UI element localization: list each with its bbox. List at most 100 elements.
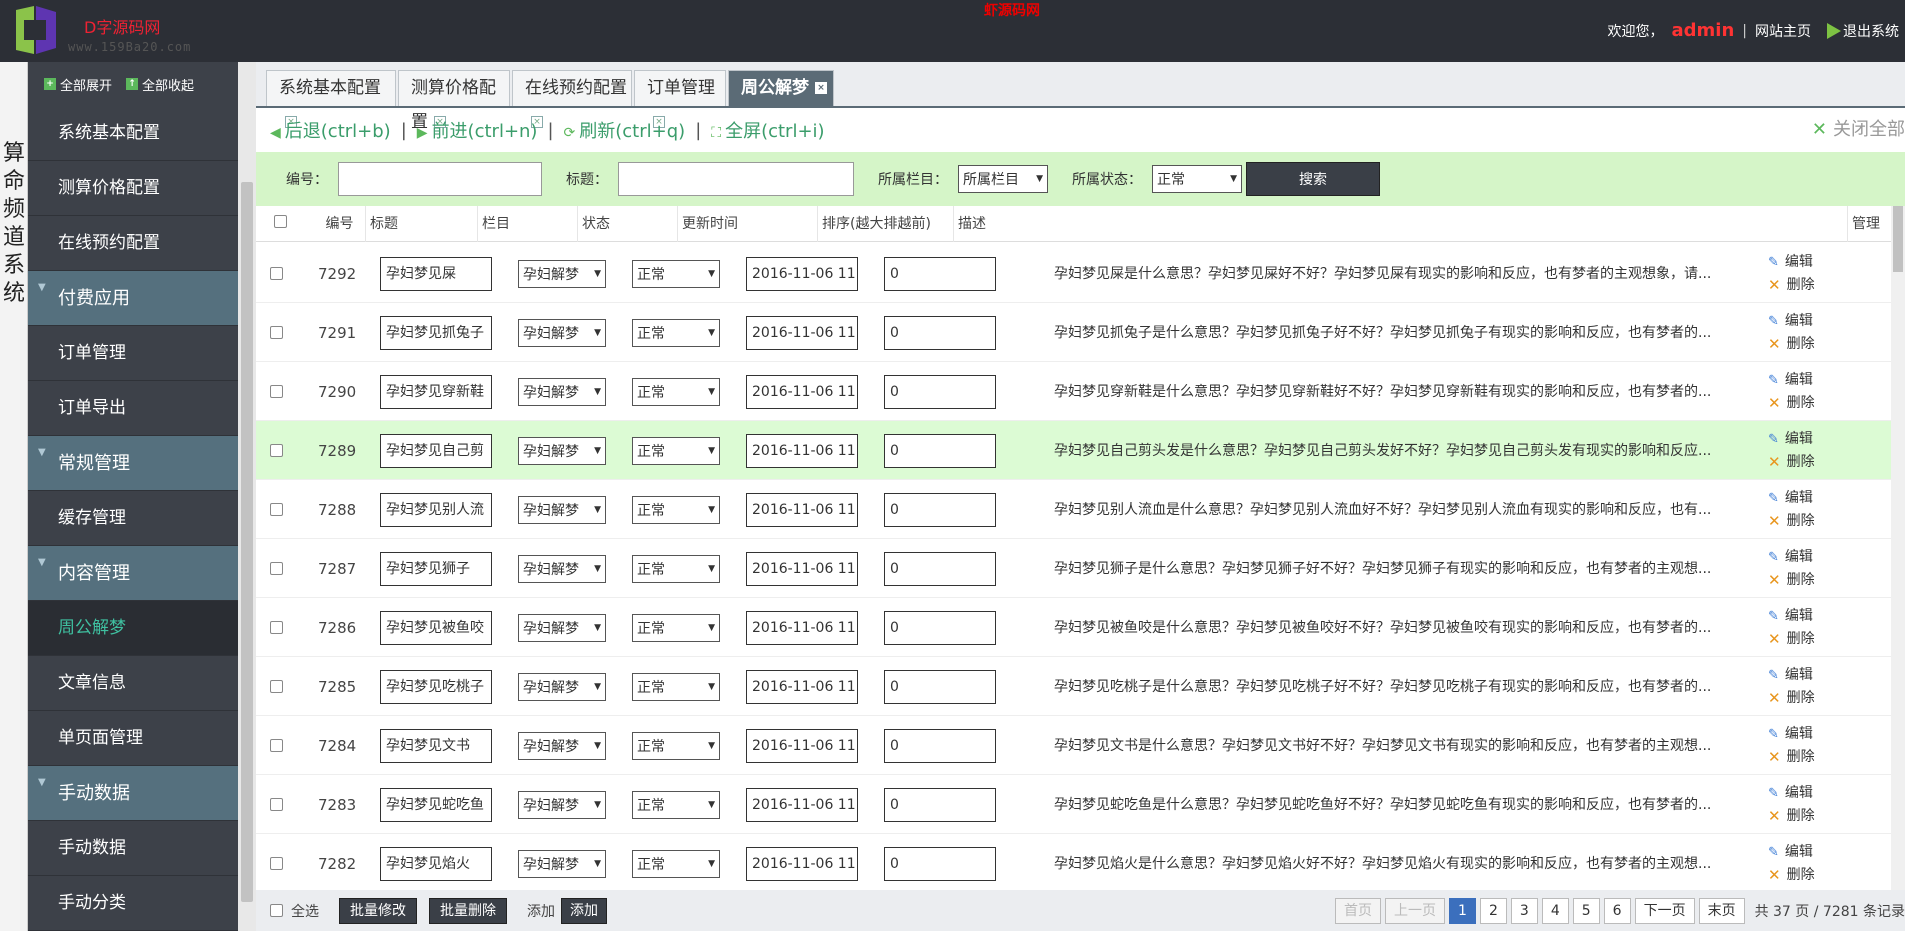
status-select[interactable]: 正常 ▼ xyxy=(1152,165,1242,193)
prev-page-button[interactable]: 上一页 xyxy=(1385,898,1446,924)
tab-item[interactable]: 在线预约配置× xyxy=(512,70,632,128)
sidebar-group[interactable]: ▼ 付费应用 xyxy=(28,271,238,326)
title-input[interactable]: 孕妇梦见自己剪 xyxy=(380,433,492,468)
status-select[interactable]: 正常 ▼ xyxy=(632,318,720,347)
update-time-input[interactable]: 2016-11-06 11: xyxy=(746,256,858,291)
sort-input[interactable]: 0 xyxy=(884,610,996,645)
edit-button[interactable]: ✎ 编辑 xyxy=(1768,251,1815,274)
tab-item[interactable]: 系统基本配置× xyxy=(266,70,396,128)
delete-button[interactable]: ✕ 删除 xyxy=(1768,392,1815,415)
column-select[interactable]: 孕妇解梦 ▼ xyxy=(518,613,606,642)
sidebar-item[interactable]: 单页面管理 xyxy=(28,711,238,766)
column-header[interactable]: 状态 xyxy=(578,206,678,242)
collapse-all-button[interactable]: ↑ 全部收起 xyxy=(126,75,194,94)
edit-button[interactable]: ✎ 编辑 xyxy=(1768,369,1815,392)
batch-delete-button[interactable]: 批量删除 xyxy=(429,897,507,924)
edit-button[interactable]: ✎ 编辑 xyxy=(1768,664,1815,687)
fullscreen-button[interactable]: ⛶ 全屏(ctrl+i) xyxy=(711,117,824,143)
sidebar-item[interactable]: 文章信息 xyxy=(28,656,238,711)
table-scroll-thumb[interactable] xyxy=(1893,206,1903,272)
batch-edit-button[interactable]: 批量修改 xyxy=(339,897,417,924)
sidebar-item[interactable]: 测算价格配置 xyxy=(28,161,238,216)
delete-button[interactable]: ✕ 删除 xyxy=(1768,864,1815,887)
column-header[interactable]: 栏目 xyxy=(478,206,578,242)
status-select[interactable]: 正常 ▼ xyxy=(632,377,720,406)
id-input[interactable] xyxy=(338,162,542,196)
delete-button[interactable]: ✕ 删除 xyxy=(1768,451,1815,474)
row-checkbox[interactable] xyxy=(270,680,283,693)
sidebar-group[interactable]: ▼ 手动数据 xyxy=(28,766,238,821)
sidebar-scroll-thumb[interactable] xyxy=(241,182,253,902)
close-all-button[interactable]: ✕ 关闭全部 xyxy=(1812,110,1905,150)
edit-button[interactable]: ✎ 编辑 xyxy=(1768,723,1815,746)
status-select[interactable]: 正常 ▼ xyxy=(632,495,720,524)
edit-button[interactable]: ✎ 编辑 xyxy=(1768,487,1815,510)
status-select[interactable]: 正常 ▼ xyxy=(632,613,720,642)
edit-button[interactable]: ✎ 编辑 xyxy=(1768,782,1815,805)
column-header[interactable]: 描述 xyxy=(954,206,1848,242)
sidebar-item[interactable]: 在线预约配置 xyxy=(28,216,238,271)
delete-button[interactable]: ✕ 删除 xyxy=(1768,510,1815,533)
update-time-input[interactable]: 2016-11-06 11: xyxy=(746,551,858,586)
row-checkbox[interactable] xyxy=(270,326,283,339)
update-time-input[interactable]: 2016-11-06 11: xyxy=(746,374,858,409)
add-button[interactable]: 添加 xyxy=(561,897,607,924)
row-checkbox[interactable] xyxy=(270,798,283,811)
status-select[interactable]: 正常 ▼ xyxy=(632,259,720,288)
column-select[interactable]: 孕妇解梦 ▼ xyxy=(518,554,606,583)
update-time-input[interactable]: 2016-11-06 11: xyxy=(746,610,858,645)
status-select[interactable]: 正常 ▼ xyxy=(632,436,720,465)
page-number-button[interactable]: 1 xyxy=(1449,898,1476,924)
edit-button[interactable]: ✎ 编辑 xyxy=(1768,605,1815,628)
delete-button[interactable]: ✕ 删除 xyxy=(1768,274,1815,297)
status-select[interactable]: 正常 ▼ xyxy=(632,849,720,878)
title-input[interactable]: 孕妇梦见抓兔子 xyxy=(380,315,492,350)
column-select[interactable]: 孕妇解梦 ▼ xyxy=(518,495,606,524)
update-time-input[interactable]: 2016-11-06 11: xyxy=(746,315,858,350)
row-checkbox[interactable] xyxy=(270,621,283,634)
sidebar-item[interactable]: 订单管理 xyxy=(28,326,238,381)
select-all-checkbox[interactable] xyxy=(270,904,283,917)
column-select[interactable]: 孕妇解梦 ▼ xyxy=(518,377,606,406)
delete-button[interactable]: ✕ 删除 xyxy=(1768,805,1815,828)
status-select[interactable]: 正常 ▼ xyxy=(632,790,720,819)
select-all-checkbox[interactable] xyxy=(274,215,287,228)
sidebar-item[interactable]: 手动分类 xyxy=(28,876,238,931)
sidebar-item[interactable]: 订单导出 xyxy=(28,381,238,436)
column-select[interactable]: 孕妇解梦 ▼ xyxy=(518,672,606,701)
delete-button[interactable]: ✕ 删除 xyxy=(1768,746,1815,769)
update-time-input[interactable]: 2016-11-06 11: xyxy=(746,669,858,704)
row-checkbox[interactable] xyxy=(270,267,283,280)
column-header[interactable]: 编号 xyxy=(310,206,366,242)
refresh-button[interactable]: ⟳ 刷新(ctrl+q) xyxy=(564,117,686,143)
sort-input[interactable]: 0 xyxy=(884,374,996,409)
title-input[interactable]: 孕妇梦见穿新鞋 xyxy=(380,374,492,409)
next-page-button[interactable]: 下一页 xyxy=(1634,898,1695,924)
tab-item[interactable]: 测算价格配置 × xyxy=(398,70,510,132)
column-header[interactable]: 标题 xyxy=(366,206,478,242)
sidebar-group[interactable]: ▼ 常规管理 xyxy=(28,436,238,491)
sort-input[interactable]: 0 xyxy=(884,846,996,881)
sidebar-item[interactable]: 缓存管理 xyxy=(28,491,238,546)
column-select[interactable]: 孕妇解梦 ▼ xyxy=(518,731,606,760)
column-select[interactable]: 孕妇解梦 ▼ xyxy=(518,259,606,288)
edit-button[interactable]: ✎ 编辑 xyxy=(1768,310,1815,333)
sidebar-item[interactable]: 系统基本配置 xyxy=(28,106,238,161)
sort-input[interactable]: 0 xyxy=(884,315,996,350)
page-number-button[interactable]: 4 xyxy=(1541,898,1569,924)
table-scrollbar[interactable] xyxy=(1891,206,1905,931)
sidebar-scrollbar[interactable] xyxy=(238,62,256,931)
sort-input[interactable]: 0 xyxy=(884,669,996,704)
sidebar-item[interactable]: 手动数据 xyxy=(28,821,238,876)
sort-input[interactable]: 0 xyxy=(884,256,996,291)
column-select[interactable]: 孕妇解梦 ▼ xyxy=(518,790,606,819)
sort-input[interactable]: 0 xyxy=(884,433,996,468)
logout-link[interactable]: 退出系统 xyxy=(1827,21,1899,41)
page-number-button[interactable]: 3 xyxy=(1510,898,1538,924)
channel-strip[interactable]: 算命频道系统 xyxy=(0,62,28,931)
tab-item[interactable]: 周公解梦 × xyxy=(728,70,834,106)
column-header[interactable]: 排序(越大排越前) xyxy=(818,206,954,242)
first-page-button[interactable]: 首页 xyxy=(1335,898,1382,924)
row-checkbox[interactable] xyxy=(270,503,283,516)
page-number-button[interactable]: 2 xyxy=(1479,898,1507,924)
